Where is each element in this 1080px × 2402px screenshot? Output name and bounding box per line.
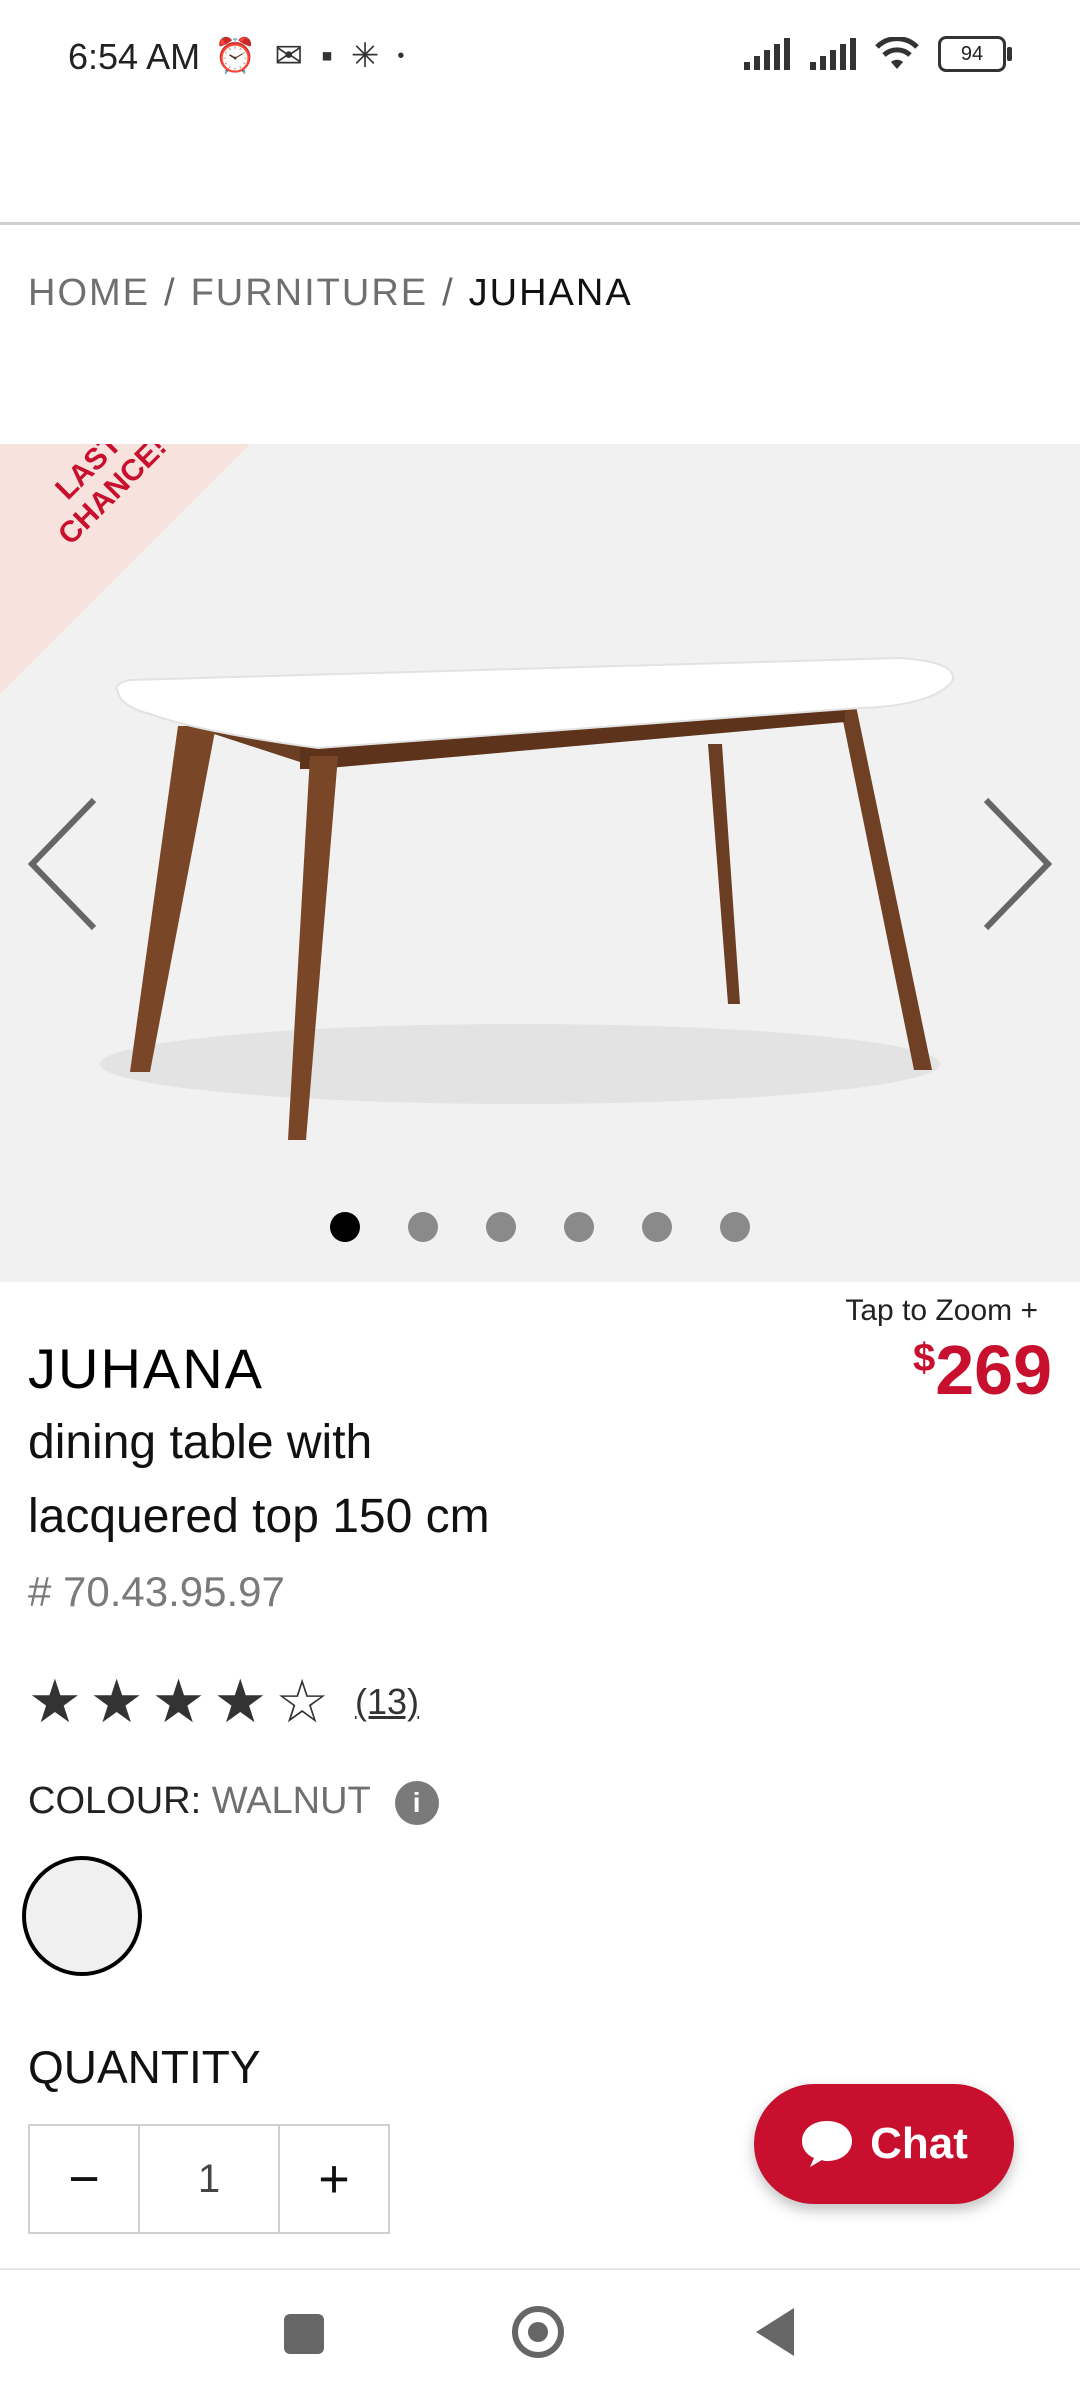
mail-icon: ✉ xyxy=(274,37,303,75)
breadcrumb-furniture[interactable]: FURNITURE xyxy=(191,272,429,314)
notification-icon: ▪ xyxy=(320,36,333,75)
chat-button[interactable]: Chat xyxy=(754,2084,1014,2204)
signal-icon xyxy=(810,38,856,70)
price-value: 269 xyxy=(935,1331,1052,1409)
carousel-dot[interactable] xyxy=(330,1212,360,1242)
breadcrumb-current: JUHANA xyxy=(468,272,633,314)
dot-icon: • xyxy=(397,44,405,67)
status-icons-left: ⏰ ✉ ▪ ✳ • xyxy=(214,36,404,76)
breadcrumb-separator: / xyxy=(442,272,455,314)
quantity-value[interactable]: 1 xyxy=(138,2126,280,2232)
product-description: dining table with lacquered top 150 cm xyxy=(28,1406,588,1554)
quantity-label: QUANTITY xyxy=(28,2041,261,2093)
plus-icon: + xyxy=(1020,1294,1038,1327)
colour-value: WALNUT xyxy=(211,1780,371,1822)
chat-label: Chat xyxy=(870,2119,968,2168)
increase-quantity-button[interactable]: + xyxy=(280,2126,388,2232)
rating[interactable]: ★ ★ ★ ★ ☆ (13) xyxy=(28,1672,419,1732)
chat-bubble-icon xyxy=(802,2121,853,2167)
price: $269 xyxy=(913,1330,1052,1410)
status-time: 6:54 AM xyxy=(68,36,201,77)
top-header xyxy=(0,110,1080,225)
previous-image-arrow-icon[interactable] xyxy=(24,794,104,934)
wifi-icon xyxy=(875,37,919,69)
star-filled-icon: ★ xyxy=(28,1668,82,1735)
star-filled-icon: ★ xyxy=(89,1668,144,1735)
currency-symbol: $ xyxy=(912,1336,936,1380)
carousel-dot[interactable] xyxy=(642,1212,672,1242)
carousel-dots xyxy=(0,1212,1080,1242)
carousel-dot[interactable] xyxy=(408,1212,438,1242)
product-image-carousel[interactable]: LAST CHANCE! xyxy=(0,444,1080,1282)
walmart-icon: ✳ xyxy=(350,37,380,75)
colour-label-text: COLOUR: xyxy=(28,1780,202,1822)
quantity-stepper: − 1 + xyxy=(28,2124,390,2234)
carousel-dot[interactable] xyxy=(486,1212,516,1242)
status-icons-right: 94 xyxy=(742,36,1012,72)
recent-apps-icon[interactable] xyxy=(284,2314,324,2354)
product-name: JUHANA xyxy=(28,1337,265,1400)
tap-to-zoom[interactable]: Tap to Zoom + xyxy=(845,1294,1038,1328)
info-icon[interactable]: i xyxy=(394,1780,439,1825)
carousel-dot[interactable] xyxy=(564,1212,594,1242)
star-filled-icon: ★ xyxy=(213,1668,268,1735)
description-line: dining table with xyxy=(28,1416,373,1469)
breadcrumb-separator: / xyxy=(164,272,177,314)
decrease-quantity-button[interactable]: − xyxy=(30,2126,138,2232)
status-bar: 6:54 AM ⏰ ✉ ▪ ✳ • 94 xyxy=(0,0,1080,110)
home-icon[interactable] xyxy=(512,2306,564,2358)
star-empty-icon: ☆ xyxy=(275,1668,329,1735)
description-line: lacquered top 150 cm xyxy=(28,1490,490,1543)
product-image xyxy=(100,656,954,1140)
system-navigation-bar xyxy=(0,2268,1080,2402)
colour-swatch[interactable] xyxy=(22,1856,142,1976)
back-icon[interactable] xyxy=(756,2308,794,2356)
breadcrumb-home[interactable]: HOME xyxy=(28,272,150,314)
next-image-arrow-icon[interactable] xyxy=(976,794,1056,934)
breadcrumb: HOME / FURNITURE / JUHANA xyxy=(28,272,633,315)
product-sku: # 70.43.95.97 xyxy=(28,1568,285,1615)
signal-icon xyxy=(744,38,790,70)
tap-to-zoom-label: Tap to Zoom xyxy=(845,1294,1013,1327)
colour-label: COLOUR: WALNUT i xyxy=(28,1780,439,1825)
battery-icon: 94 xyxy=(938,36,1012,72)
reviews-count-link[interactable]: (13) xyxy=(355,1681,419,1723)
carousel-dot[interactable] xyxy=(720,1212,750,1242)
star-filled-icon: ★ xyxy=(151,1668,206,1735)
alarm-icon: ⏰ xyxy=(214,37,257,75)
